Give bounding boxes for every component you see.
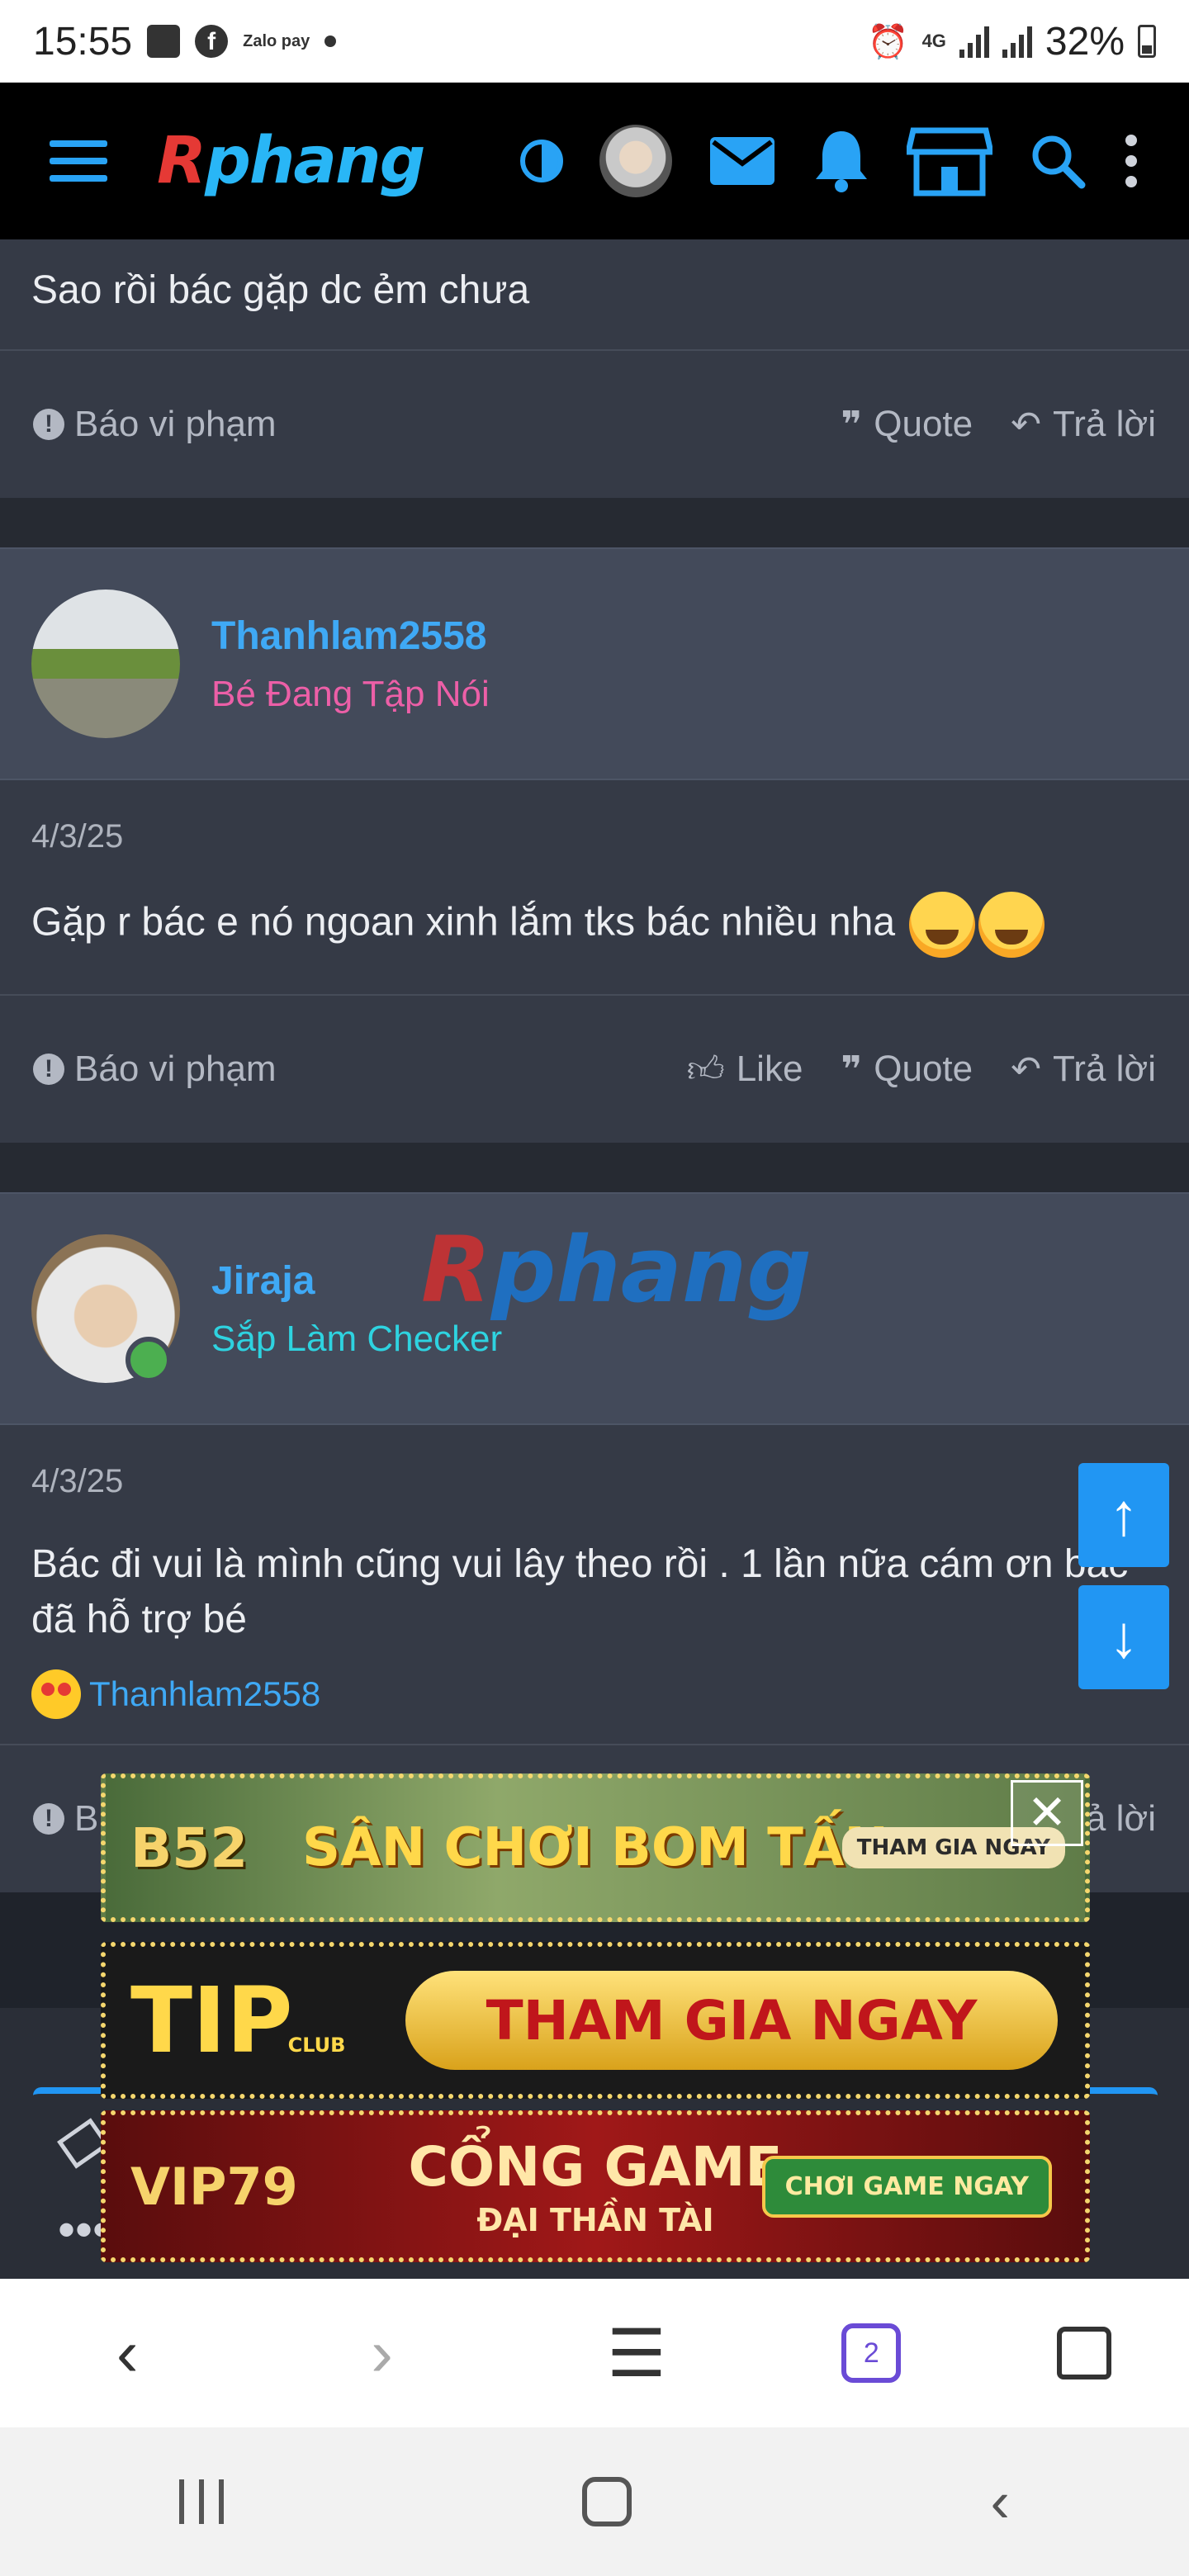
more-vert-icon[interactable] [1123,132,1139,190]
author-avatar[interactable] [31,590,180,739]
status-bar: 15:55 f Zalo pay ⏰ 4G 32% [0,0,1189,83]
ad-brand: B52 [130,1816,249,1880]
network-type: 4G [921,31,946,51]
forward-icon[interactable]: › [333,2315,432,2391]
signal-icon [959,25,989,58]
ad-headline: SÂN CHƠI BOM TẤN [302,1817,888,1878]
ad-headline: CỔNG GAME ĐẠI THẦN TÀI [408,2134,783,2238]
bell-icon[interactable] [812,128,870,194]
ad-banner-tip[interactable]: TIPCLUB THAM GIA NGAY [101,1942,1090,2099]
reply-button[interactable]: ↶ Trả lời [1011,1049,1156,1091]
laughing-emoji-icon [978,892,1045,959]
author-rank: Sắp Làm Checker [211,1318,503,1359]
post-author: Jiraja Sắp Làm Checker Rphang [0,1192,1189,1426]
arrow-up-icon: ↑ [1109,1482,1139,1548]
system-nav-bar: ‹ [0,2427,1189,2576]
recents-icon[interactable] [179,2479,225,2524]
post-date[interactable]: 4/3/25 [0,1425,1189,1500]
quote-button[interactable]: ❞ Quote [841,404,973,446]
online-status-icon [126,1337,172,1384]
facebook-icon: f [195,25,229,58]
laughing-emoji-icon [909,892,976,959]
ad-banner-vip79[interactable]: VIP79 CỔNG GAME ĐẠI THẦN TÀI CHƠI GAME N… [101,2110,1090,2262]
home-icon[interactable] [1056,2327,1111,2379]
like-button[interactable]: 👍︎ Like [687,1048,803,1091]
alarm-icon: ⏰ [867,23,909,60]
home-button-icon[interactable] [582,2477,632,2526]
report-link[interactable]: ! Báo vi phạm [33,1049,277,1090]
post-actions: ! Báo vi phạm ❞ Quote ↶ Trả lời [0,349,1189,498]
site-logo[interactable]: Rphang [157,124,425,198]
theme-toggle-icon[interactable] [520,140,563,182]
gallery-icon [147,25,181,58]
back-icon[interactable]: ‹ [78,2315,177,2391]
store-icon[interactable] [907,124,992,198]
site-watermark: Rphang [421,1217,812,1324]
report-link[interactable]: ! Báo vi phạm [33,404,277,445]
post-body: Gặp r bác e nó ngoan xinh lắm tks bác nh… [31,900,896,945]
post-date[interactable]: 4/3/25 [0,780,1189,855]
author-avatar[interactable] [31,1234,180,1384]
ad-cta[interactable]: CHƠI GAME NGAY [761,2155,1052,2218]
ad-banner-b52[interactable]: B52 SÂN CHƠI BOM TẤN THAM GIA NGAY [101,1773,1090,1922]
thumbs-up-icon: 👍︎ [686,1049,725,1090]
quote-icon: ❞ [841,404,863,445]
post-separator [0,1143,1189,1193]
battery-icon [1138,25,1156,58]
arrow-down-icon: ↓ [1109,1604,1139,1670]
menu-lines-icon[interactable]: ☰ [587,2315,686,2392]
reply-icon: ↶ [1011,404,1041,445]
ad-brand: TIPCLUB [130,1968,346,2073]
search-icon[interactable] [1029,132,1087,190]
close-icon: ✕ [1026,1786,1068,1840]
user-avatar[interactable] [599,125,672,197]
report-icon: ! [33,1802,64,1835]
reaction-summary[interactable]: Thanhlam2558 [0,1669,1189,1744]
post-body: Bác đi vui là mình cũng vui lây theo rồi… [31,1542,1129,1642]
menu-icon[interactable] [50,140,107,182]
post: Thanhlam2558 Bé Đang Tập Nói 4/3/25 Gặp … [0,547,1189,1144]
browser-toolbar: ‹ › ☰ 2 [0,2279,1189,2427]
close-ad-button[interactable]: ✕ [1011,1780,1083,1846]
author-rank: Bé Đang Tập Nói [211,673,490,714]
battery-percent: 32% [1045,19,1125,64]
notification-dot-icon [324,36,337,47]
scroll-top-button[interactable]: ↑ [1078,1463,1169,1567]
reply-button[interactable]: ả lời [1086,1798,1156,1840]
heart-eyes-emoji-icon [31,1669,81,1719]
ad-brand: VIP79 [130,2156,298,2217]
report-link[interactable]: ! B [33,1798,98,1840]
tabs-icon[interactable]: 2 [841,2323,902,2383]
system-back-icon[interactable]: ‹ [991,2469,1010,2535]
reaction-user[interactable]: Thanhlam2558 [89,1674,320,1714]
app-header: Rphang [0,83,1189,239]
scroll-bottom-button[interactable]: ↓ [1078,1585,1169,1689]
post-body: Sao rồi bác gặp dc ẻm chưa [31,268,530,312]
ad-cta[interactable]: THAM GIA NGAY [405,1971,1058,2070]
author-username[interactable]: Thanhlam2558 [211,613,490,659]
signal-icon-2 [1002,25,1032,58]
quote-button[interactable]: ❞ Quote [841,1049,973,1091]
quote-icon: ❞ [841,1049,863,1090]
post-body-row: Gặp r bác e nó ngoan xinh lắm tks bác nh… [0,855,1189,994]
zalopay-icon: Zalo pay [243,32,310,50]
report-icon: ! [33,409,64,441]
post-actions: ! Báo vi phạm 👍︎ Like ❞ Quote ↶ Trả lời [0,994,1189,1143]
status-time: 15:55 [33,19,133,64]
post-author: Thanhlam2558 Bé Đang Tập Nói [0,547,1189,781]
post-separator [0,498,1189,548]
mail-icon[interactable] [708,135,776,187]
reply-button[interactable]: ↶ Trả lời [1011,404,1156,446]
report-icon: ! [33,1054,64,1086]
reply-icon: ↶ [1011,1049,1041,1090]
post: Sao rồi bác gặp dc ẻm chưa ! Báo vi phạm … [0,239,1189,499]
